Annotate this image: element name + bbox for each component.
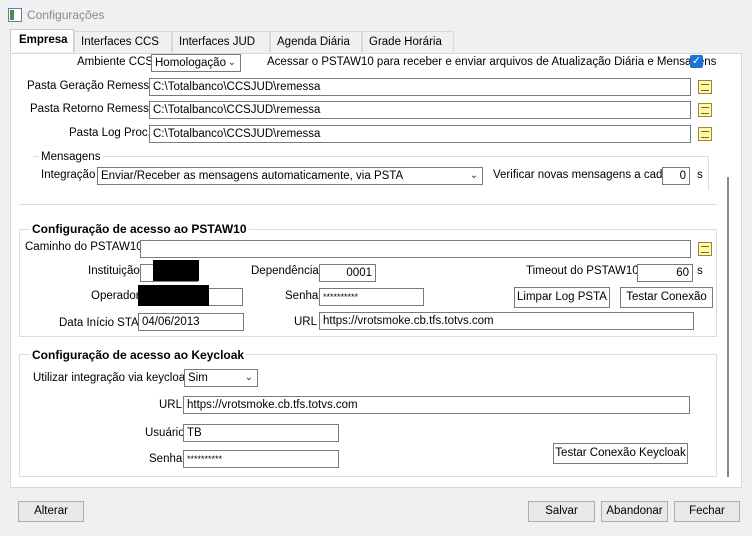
pasta-log-input[interactable]: C:\Totalbanco\CCSJUD\remessa [149, 125, 691, 143]
mensagens-group-label: Mensagens [39, 151, 103, 163]
redacted-block [138, 285, 209, 306]
limpar-log-button[interactable]: Limpar Log PSTA [514, 287, 610, 308]
dependencia-input[interactable]: 0001 [319, 264, 376, 282]
title-bar: Configurações [0, 0, 752, 30]
tab-interfaces-ccs[interactable]: Interfaces CCS [74, 31, 172, 52]
tab-agenda-diaria[interactable]: Agenda Diária [270, 31, 362, 52]
pasta-retorno-label: Pasta Retorno Remessa [30, 103, 156, 115]
utilizar-keycloak-label: Utilizar integração via keycloak [33, 372, 191, 384]
ambiente-label: Ambiente CCS [77, 56, 154, 68]
folder-icon[interactable] [698, 103, 712, 117]
senha-input[interactable]: ********** [319, 288, 424, 306]
app-icon [8, 8, 22, 22]
pasta-log-label: Pasta Log Proc. [69, 127, 151, 139]
integracao-combo[interactable]: Enviar/Receber as mensagens automaticame… [97, 167, 483, 185]
abandonar-button[interactable]: Abandonar [601, 501, 668, 522]
data-inicio-input[interactable]: 04/06/2013 [138, 313, 244, 331]
keycloak-group-title: Configuração de acesso ao Keycloak [30, 348, 247, 362]
folder-icon[interactable] [698, 242, 712, 256]
testar-conexao-keycloak-button[interactable]: Testar Conexão Keycloak [553, 443, 688, 464]
ambiente-combo[interactable]: Homologação ⌄ [151, 54, 241, 72]
url-label: URL [294, 316, 318, 328]
scrollbar[interactable] [727, 177, 729, 477]
tab-empresa[interactable]: Empresa [10, 29, 74, 52]
pasta-geracao-input[interactable]: C:\Totalbanco\CCSJUD\remessa [149, 78, 691, 96]
tab-panel-empresa: Ambiente CCS Homologação ⌄ Acessar o PST… [10, 53, 742, 488]
timeout-label: Timeout do PSTAW10 [526, 265, 639, 277]
url-input[interactable]: https://vrotsmoke.cb.tfs.totvs.com [319, 312, 694, 330]
keycloak-url-input[interactable]: https://vrotsmoke.cb.tfs.totvs.com [183, 396, 690, 414]
utilizar-keycloak-combo[interactable]: Sim ⌄ [184, 369, 258, 387]
verificar-input[interactable]: 0 [662, 167, 690, 185]
integracao-label: Integração [41, 169, 96, 181]
verificar-label: Verificar novas mensagens a cada [493, 169, 669, 181]
pasta-retorno-input[interactable]: C:\Totalbanco\CCSJUD\remessa [149, 101, 691, 119]
verificar-unit: s [697, 169, 703, 181]
pstaw10-group-title: Configuração de acesso ao PSTAW10 [30, 222, 249, 236]
keycloak-senha-input[interactable]: ********** [183, 450, 339, 468]
instituicao-label: Instituição [88, 265, 140, 277]
timeout-unit: s [697, 265, 703, 277]
testar-conexao-button[interactable]: Testar Conexão [620, 287, 713, 308]
keycloak-url-label: URL [159, 399, 183, 411]
folder-icon[interactable] [698, 127, 712, 141]
caminho-input[interactable] [140, 240, 691, 258]
section-divider [19, 204, 717, 205]
salvar-button[interactable]: Salvar [528, 501, 595, 522]
acessar-checkbox[interactable]: ✓ [690, 55, 703, 68]
dependencia-label: Dependência [251, 265, 319, 277]
tab-interfaces-jud[interactable]: Interfaces JUD [172, 31, 270, 52]
usuario-input[interactable]: TB [183, 424, 339, 442]
timeout-input[interactable]: 60 [637, 264, 693, 282]
usuario-label: Usuário [145, 427, 185, 439]
alterar-button[interactable]: Alterar [18, 501, 84, 522]
keycloak-senha-label: Senha [149, 453, 183, 465]
chevron-down-icon: ⌄ [244, 372, 254, 383]
chevron-down-icon: ⌄ [469, 170, 479, 181]
window-title: Configurações [27, 8, 105, 22]
acessar-label: Acessar o PSTAW10 para receber e enviar … [267, 56, 717, 68]
tab-grade-horaria[interactable]: Grade Horária [362, 31, 454, 52]
senha-label: Senha [285, 290, 319, 302]
data-inicio-label: Data Início STA [59, 317, 139, 329]
redacted-block [153, 260, 199, 281]
caminho-label: Caminho do PSTAW10 [25, 241, 143, 253]
pasta-geracao-label: Pasta Geração Remessa [27, 80, 156, 92]
folder-icon[interactable] [698, 80, 712, 94]
chevron-down-icon: ⌄ [227, 57, 237, 68]
operador-label: Operador [91, 290, 140, 302]
fechar-button[interactable]: Fechar [674, 501, 740, 522]
